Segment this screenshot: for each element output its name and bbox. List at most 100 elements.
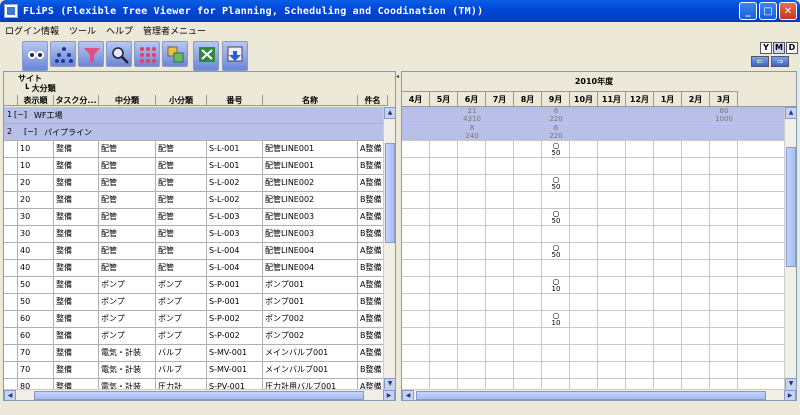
excel-export-button[interactable]: [193, 41, 219, 71]
table-cell[interactable]: S-L-002: [207, 175, 263, 191]
month-header[interactable]: 6月: [458, 91, 486, 107]
close-button[interactable]: ✕: [779, 2, 797, 20]
table-row[interactable]: 10 整備 配管 配管 S-L-001 配管LINE001 A整備: [4, 141, 395, 158]
table-cell[interactable]: 整備: [54, 226, 99, 242]
table-cell[interactable]: ポンプ001: [263, 294, 358, 310]
table-cell[interactable]: 配管: [156, 192, 207, 208]
table-cell[interactable]: 電気・計装: [99, 345, 156, 361]
table-cell[interactable]: 配管LINE004: [263, 260, 358, 276]
search-button[interactable]: [106, 41, 132, 67]
group-row[interactable]: 1 [−] WF工場: [4, 107, 395, 124]
table-cell[interactable]: 配管: [156, 226, 207, 242]
table-row[interactable]: 50 整備 ポンプ ポンプ S-P-001 ポンプ001 A整備: [4, 277, 395, 294]
table-cell[interactable]: S-L-002: [207, 192, 263, 208]
gantt-horizontal-scrollbar[interactable]: ◀ ▶: [402, 389, 796, 400]
table-cell[interactable]: S-P-001: [207, 277, 263, 293]
expand-toggle[interactable]: [−]: [14, 110, 27, 119]
table-cell[interactable]: 30: [18, 209, 54, 225]
table-cell[interactable]: ポンプ: [99, 328, 156, 344]
scroll-forward-button[interactable]: ⇒: [771, 56, 789, 67]
table-cell[interactable]: S-L-001: [207, 141, 263, 157]
table-cell[interactable]: 整備: [54, 294, 99, 310]
table-cell[interactable]: ポンプ: [156, 311, 207, 327]
table-cell[interactable]: 配管LINE004: [263, 243, 358, 259]
scroll-up-arrow-icon[interactable]: ▲: [785, 107, 796, 119]
col-subject[interactable]: 件名: [358, 95, 388, 106]
month-view-button[interactable]: M: [773, 42, 785, 54]
table-cell[interactable]: S-L-004: [207, 243, 263, 259]
view-toggle-button[interactable]: [22, 41, 48, 71]
col-number[interactable]: 番号: [207, 95, 263, 106]
table-cell[interactable]: 配管: [99, 175, 156, 191]
table-cell[interactable]: S-P-002: [207, 311, 263, 327]
table-cell[interactable]: 配管LINE002: [263, 192, 358, 208]
table-cell[interactable]: 整備: [54, 311, 99, 327]
table-cell[interactable]: S-MV-001: [207, 345, 263, 361]
table-cell[interactable]: 配管LINE002: [263, 175, 358, 191]
table-row[interactable]: 20 整備 配管 配管 S-L-002 配管LINE002 A整備: [4, 175, 395, 192]
table-cell[interactable]: 60: [18, 311, 54, 327]
table-cell[interactable]: 配管: [99, 141, 156, 157]
table-cell[interactable]: 整備: [54, 141, 99, 157]
scroll-thumb[interactable]: [385, 143, 395, 243]
table-cell[interactable]: 配管: [156, 209, 207, 225]
table-cell[interactable]: 整備: [54, 362, 99, 378]
table-cell[interactable]: 電気・計装: [99, 362, 156, 378]
table-cell[interactable]: 10: [18, 141, 54, 157]
table-cell[interactable]: 整備: [54, 175, 99, 191]
table-cell[interactable]: 配管: [156, 243, 207, 259]
table-cell[interactable]: 配管LINE003: [263, 226, 358, 242]
table-cell[interactable]: 整備: [54, 209, 99, 225]
table-cell[interactable]: S-MV-001: [207, 362, 263, 378]
col-mid-category[interactable]: 中分類: [99, 95, 156, 106]
scroll-left-arrow-icon[interactable]: ◀: [4, 390, 16, 400]
table-row[interactable]: 20 整備 配管 配管 S-L-002 配管LINE002 B整備: [4, 192, 395, 209]
gantt-vertical-scrollbar[interactable]: ▲ ▼: [784, 107, 796, 390]
table-cell[interactable]: 配管: [99, 243, 156, 259]
table-cell[interactable]: 整備: [54, 345, 99, 361]
month-header[interactable]: 12月: [626, 91, 654, 107]
table-cell[interactable]: 配管LINE001: [263, 141, 358, 157]
month-header[interactable]: 2月: [682, 91, 710, 107]
table-cell[interactable]: 10: [18, 158, 54, 174]
table-cell[interactable]: 20: [18, 175, 54, 191]
tree-button[interactable]: [50, 41, 76, 67]
table-cell[interactable]: 50: [18, 294, 54, 310]
month-header[interactable]: 10月: [570, 91, 598, 107]
table-cell[interactable]: S-L-003: [207, 226, 263, 242]
table-cell[interactable]: S-L-004: [207, 260, 263, 276]
table-cell[interactable]: 40: [18, 260, 54, 276]
table-cell[interactable]: 整備: [54, 158, 99, 174]
table-cell[interactable]: 配管LINE003: [263, 209, 358, 225]
table-cell[interactable]: 配管: [99, 158, 156, 174]
table-cell[interactable]: 配管: [156, 141, 207, 157]
grid-vertical-scrollbar[interactable]: ▲ ▼: [383, 107, 395, 390]
table-cell[interactable]: メインバルブ001: [263, 362, 358, 378]
table-cell[interactable]: S-P-001: [207, 294, 263, 310]
table-cell[interactable]: S-P-002: [207, 328, 263, 344]
table-cell[interactable]: ポンプ: [156, 328, 207, 344]
menu-help[interactable]: ヘルプ: [101, 24, 138, 37]
table-cell[interactable]: ポンプ: [156, 294, 207, 310]
table-cell[interactable]: 整備: [54, 328, 99, 344]
col-name[interactable]: 名称: [263, 95, 358, 106]
table-cell[interactable]: S-L-001: [207, 158, 263, 174]
table-cell[interactable]: バルブ: [156, 345, 207, 361]
table-cell[interactable]: ポンプ002: [263, 328, 358, 344]
month-header[interactable]: 8月: [514, 91, 542, 107]
table-row[interactable]: 10 整備 配管 配管 S-L-001 配管LINE001 B整備: [4, 158, 395, 175]
table-cell[interactable]: 30: [18, 226, 54, 242]
month-header[interactable]: 5月: [430, 91, 458, 107]
year-view-button[interactable]: Y: [760, 42, 772, 54]
table-cell[interactable]: 40: [18, 243, 54, 259]
table-row[interactable]: 70 整備 電気・計装 バルブ S-MV-001 メインバルブ001 B整備: [4, 362, 395, 379]
col-task-category[interactable]: タスク分...: [54, 95, 99, 106]
table-cell[interactable]: 配管: [156, 260, 207, 276]
table-cell[interactable]: 整備: [54, 277, 99, 293]
minimize-button[interactable]: _: [739, 2, 757, 20]
table-row[interactable]: 70 整備 電気・計装 バルブ S-MV-001 メインバルブ001 A整備: [4, 345, 395, 362]
table-cell[interactable]: 50: [18, 277, 54, 293]
scroll-left-arrow-icon[interactable]: ◀: [402, 390, 414, 400]
table-cell[interactable]: メインバルブ001: [263, 345, 358, 361]
grid-select-button[interactable]: [134, 41, 160, 67]
